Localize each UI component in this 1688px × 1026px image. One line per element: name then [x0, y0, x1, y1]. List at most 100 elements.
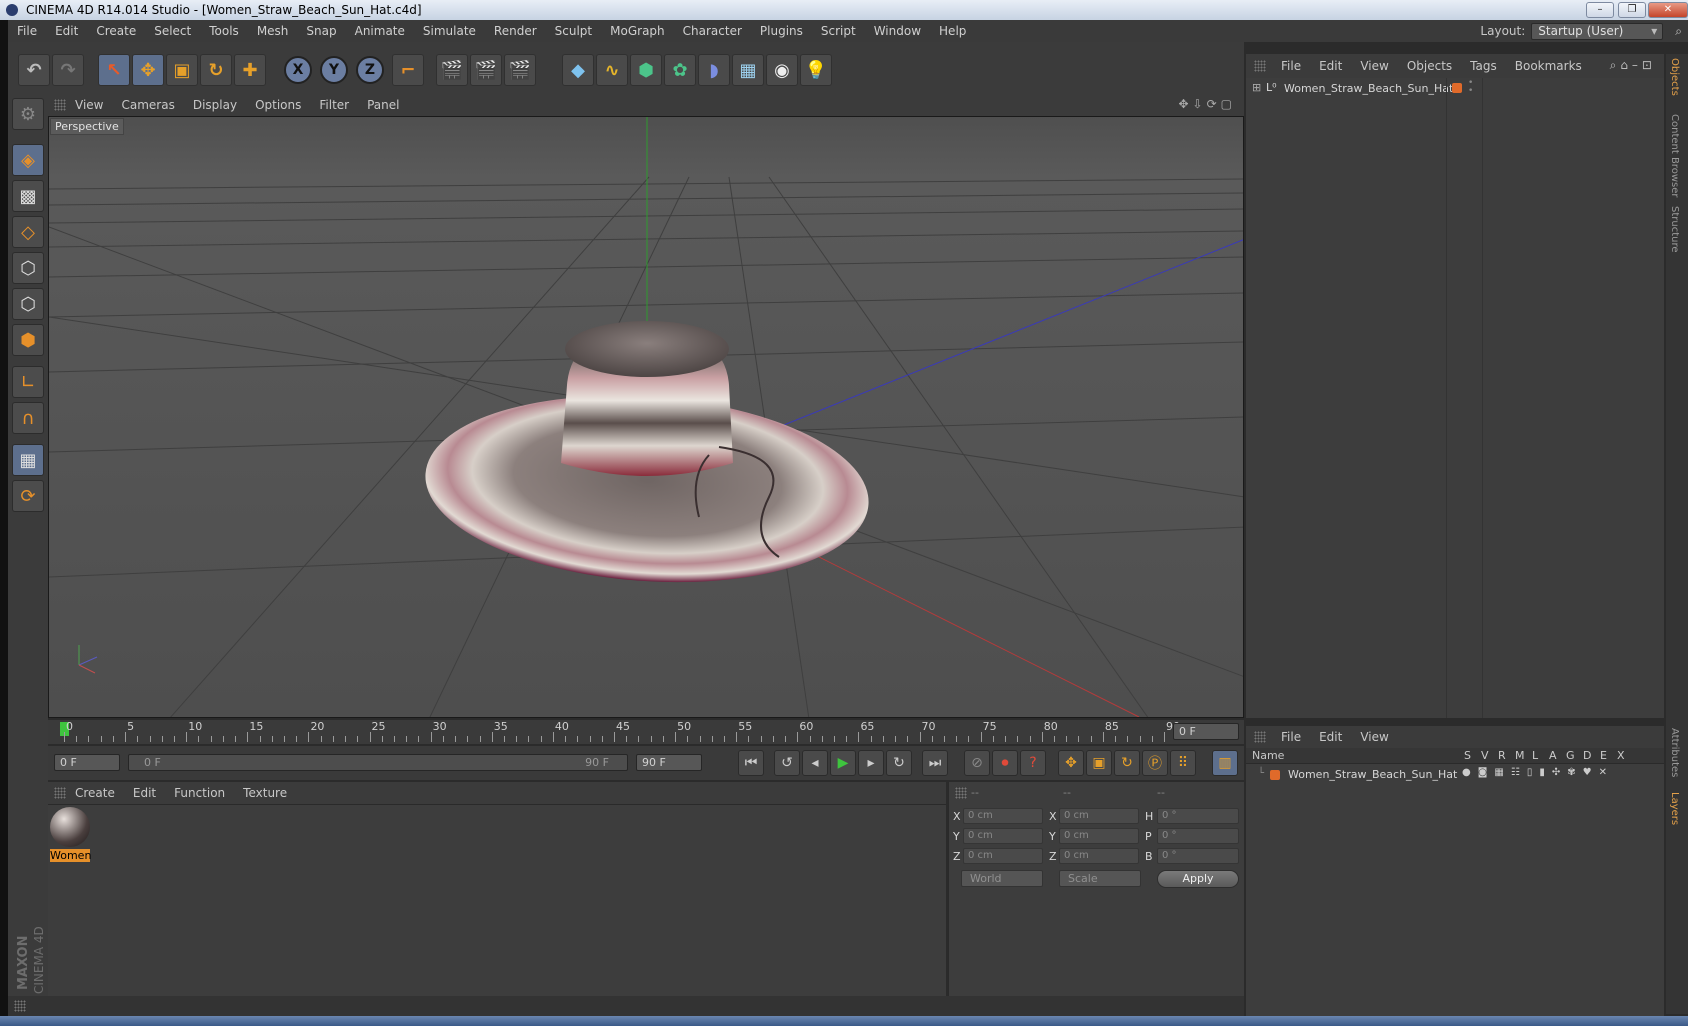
scale-icon[interactable]: ▣ [166, 54, 198, 86]
material-swatch[interactable]: Women [50, 807, 91, 862]
menu-file[interactable]: File [8, 24, 46, 38]
maximize-button[interactable]: ❐ [1618, 2, 1646, 18]
viewport-menu-view[interactable]: View [66, 98, 112, 112]
panel-grip-icon[interactable] [1254, 60, 1266, 72]
menu-render[interactable]: Render [485, 24, 546, 38]
menu-edit[interactable]: Edit [46, 24, 87, 38]
menu-help[interactable]: Help [930, 24, 975, 38]
snap-icon[interactable]: ∩ [12, 402, 44, 434]
menu-sculpt[interactable]: Sculpt [546, 24, 601, 38]
layer-column-d[interactable]: D [1583, 749, 1591, 762]
move-icon[interactable]: ✥ [132, 54, 164, 86]
menu-simulate[interactable]: Simulate [414, 24, 485, 38]
size-z-field[interactable]: 0 cm [1059, 848, 1139, 864]
menu-character[interactable]: Character [674, 24, 751, 38]
menu-create[interactable]: Create [87, 24, 145, 38]
subdivision-icon[interactable]: ⬢ [630, 54, 662, 86]
panel-grip-icon[interactable] [955, 787, 967, 799]
previous-key-icon[interactable]: ↺ [774, 750, 800, 776]
perspective-viewport[interactable] [48, 116, 1244, 718]
add-tool-icon[interactable]: ✚ [234, 54, 266, 86]
menu-plugins[interactable]: Plugins [751, 24, 812, 38]
rotation-b-field[interactable]: 0 ° [1157, 848, 1239, 864]
straw-hat-model[interactable] [419, 321, 875, 596]
camera-icon[interactable]: ◉ [766, 54, 798, 86]
viewport-menu-options[interactable]: Options [246, 98, 310, 112]
model-mode-icon[interactable]: ◈ [12, 144, 44, 176]
record-keys-icon[interactable]: ⊘ [964, 750, 990, 776]
edges-mode-icon[interactable]: ⬡ [12, 288, 44, 320]
menu-animate[interactable]: Animate [346, 24, 414, 38]
position-x-field[interactable]: 0 cm [963, 808, 1043, 824]
timeline-window-icon[interactable]: ▥ [1212, 750, 1238, 776]
viewport-menu-display[interactable]: Display [184, 98, 246, 112]
points-mode-icon[interactable]: ⬡ [12, 252, 44, 284]
panel-grip-icon[interactable] [1254, 731, 1266, 743]
make-editable-icon[interactable]: ⚙ [12, 98, 44, 130]
object-row[interactable]: ⊞ L⁰ Women_Straw_Beach_Sun_Hat • • [1246, 78, 1664, 100]
viewport-menu-panel[interactable]: Panel [358, 98, 408, 112]
viewport-menu-filter[interactable]: Filter [310, 98, 358, 112]
layer-column-r[interactable]: R [1498, 749, 1506, 762]
minimize-button[interactable]: – [1586, 2, 1614, 18]
start-frame-field[interactable]: 0 F [54, 754, 120, 771]
panel-grip-icon[interactable] [54, 787, 66, 799]
apply-button[interactable]: Apply [1157, 870, 1239, 888]
objects-menu-bookmarks[interactable]: Bookmarks [1506, 59, 1591, 73]
auto-keying-icon[interactable]: ⏺ [992, 750, 1018, 776]
floor-icon[interactable]: ▦ [732, 54, 764, 86]
timeline-ruler[interactable]: 051015202530354045505560657075808590 0 F [48, 720, 1244, 744]
end-frame-field[interactable]: 90 F [636, 754, 702, 771]
tab-structure[interactable]: Structure [1669, 206, 1680, 253]
live-selection-icon[interactable]: ↖ [98, 54, 130, 86]
rotation-h-field[interactable]: 0 ° [1157, 808, 1239, 824]
objects-menu-objects[interactable]: Objects [1398, 59, 1461, 73]
menu-window[interactable]: Window [865, 24, 930, 38]
light-icon[interactable]: 💡 [800, 54, 832, 86]
z-axis-icon[interactable]: Z [356, 56, 384, 84]
layer-row[interactable]: └ Women_Straw_Beach_Sun_Hat ●◙▦☷▯▮✣✾♥✕ [1246, 766, 1664, 784]
position-z-field[interactable]: 0 cm [963, 848, 1043, 864]
panel-grip-icon[interactable] [14, 1000, 26, 1012]
tab-layers[interactable]: Layers [1669, 792, 1680, 825]
key-rotation-icon[interactable]: ↻ [1114, 750, 1140, 776]
key-scale-icon[interactable]: ▣ [1086, 750, 1112, 776]
play-icon[interactable]: ▶ [830, 750, 856, 776]
material-tag-icon[interactable] [1452, 83, 1462, 93]
menu-mograph[interactable]: MoGraph [601, 24, 674, 38]
y-axis-icon[interactable]: Y [320, 56, 348, 84]
layers-menu-view[interactable]: View [1351, 730, 1397, 744]
layer-column-m[interactable]: M [1515, 749, 1525, 762]
position-y-field[interactable]: 0 cm [963, 828, 1043, 844]
go-to-end-icon[interactable]: ⏭ [922, 750, 948, 776]
object-manager-tool-icons[interactable]: ⌕⌂–⊡ [1610, 58, 1656, 73]
render-picture-viewer-icon[interactable]: 🎬 [470, 54, 502, 86]
visibility-dots-icon[interactable]: • • [1468, 79, 1473, 96]
deformer-icon[interactable]: ◗ [698, 54, 730, 86]
key-pla-icon[interactable]: ⠿ [1170, 750, 1196, 776]
array-icon[interactable]: ✿ [664, 54, 696, 86]
menu-tools[interactable]: Tools [200, 24, 248, 38]
workplane-lock-icon[interactable]: ▦ [12, 444, 44, 476]
layer-column-x[interactable]: X [1617, 749, 1625, 762]
cube-object-icon[interactable]: ◆ [562, 54, 594, 86]
go-to-start-icon[interactable]: ⏮ [738, 750, 764, 776]
key-parameter-icon[interactable]: Ⓟ [1142, 750, 1168, 776]
menu-script[interactable]: Script [812, 24, 865, 38]
object-name[interactable]: Women_Straw_Beach_Sun_Hat [1284, 82, 1453, 95]
layer-column-s[interactable]: S [1464, 749, 1471, 762]
layer-color-icon[interactable] [1270, 770, 1280, 780]
previous-frame-icon[interactable]: ◂ [802, 750, 828, 776]
layer-name[interactable]: Women_Straw_Beach_Sun_Hat [1288, 768, 1457, 781]
objects-menu-tags[interactable]: Tags [1461, 59, 1506, 73]
close-button[interactable]: ✕ [1648, 2, 1688, 18]
workplane-icon[interactable]: ◇ [12, 216, 44, 248]
objects-menu-edit[interactable]: Edit [1310, 59, 1351, 73]
viewport-menu-cameras[interactable]: Cameras [112, 98, 183, 112]
search-icon[interactable]: ⌕ [1675, 24, 1682, 39]
tab-content-browser[interactable]: Content Browser [1669, 114, 1680, 197]
material-menu-edit[interactable]: Edit [124, 786, 165, 800]
menu-snap[interactable]: Snap [297, 24, 345, 38]
rotate-icon[interactable]: ↻ [200, 54, 232, 86]
key-position-icon[interactable]: ✥ [1058, 750, 1084, 776]
